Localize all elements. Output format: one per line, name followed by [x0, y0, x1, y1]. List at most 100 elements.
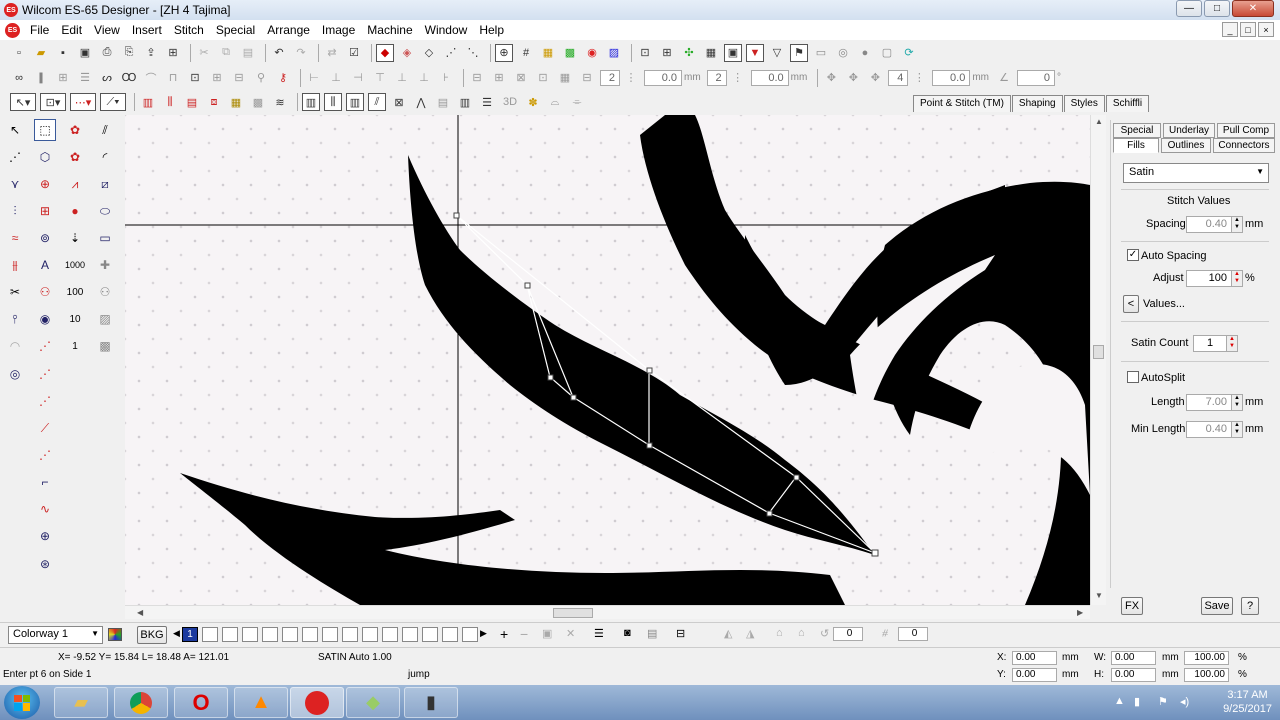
- tab-point-stitch[interactable]: Point & Stitch (TM): [913, 95, 1011, 112]
- size-v-icon[interactable]: ⊡: [534, 69, 552, 87]
- stemstitch-icon[interactable]: ⫽: [368, 93, 386, 111]
- tab-schiffli[interactable]: Schiffli: [1105, 95, 1150, 112]
- raised-satin-icon[interactable]: ▥: [456, 93, 474, 111]
- tab-fills[interactable]: Fills: [1113, 138, 1159, 153]
- rotate-angle-field[interactable]: 0: [833, 627, 863, 641]
- outline-dropdown-icon[interactable]: ⟋▾: [100, 93, 126, 111]
- trueview-icon[interactable]: ▩: [561, 44, 579, 62]
- y-field[interactable]: 0.00: [1012, 668, 1057, 682]
- show-stitches-icon[interactable]: ◆: [376, 43, 394, 62]
- loop-icon[interactable]: Ꝏ: [120, 69, 138, 87]
- show-outline-icon[interactable]: ◈: [398, 44, 416, 62]
- align-right-icon[interactable]: ⊣: [349, 69, 367, 87]
- lettering-icon[interactable]: A: [34, 254, 56, 276]
- tab-pull-comp[interactable]: Pull Comp: [1217, 123, 1275, 138]
- taskbar-recorder[interactable]: ▮: [404, 687, 458, 718]
- frame-icon[interactable]: ⊡: [186, 69, 204, 87]
- vertical-scrollbar[interactable]: ▲ ▼: [1090, 115, 1106, 605]
- mirror-h-icon[interactable]: ◭: [724, 627, 732, 640]
- arc-icon[interactable]: ⌒: [142, 69, 160, 87]
- design-canvas[interactable]: [125, 115, 1090, 605]
- values-button[interactable]: Values...: [1143, 298, 1185, 310]
- group-icon[interactable]: ∞: [10, 69, 28, 87]
- circle-reshape-icon[interactable]: ⬡: [34, 146, 56, 168]
- run-4-icon[interactable]: ⟋: [34, 417, 56, 439]
- tatami-icon[interactable]: ⫼: [161, 93, 179, 111]
- blanket-icon[interactable]: ⊠: [390, 93, 408, 111]
- array-icon[interactable]: ⊞: [208, 69, 226, 87]
- needle-icon[interactable]: ▼: [746, 43, 764, 62]
- rotate-icon[interactable]: ↺: [820, 627, 829, 640]
- bars-icon[interactable]: ☰: [76, 69, 94, 87]
- align-top-icon[interactable]: ⊤: [371, 69, 389, 87]
- design-icon[interactable]: ▢: [878, 44, 896, 62]
- color-grid-icon[interactable]: [108, 628, 122, 641]
- lock-icon[interactable]: ⚷: [274, 69, 292, 87]
- rotate-right-icon[interactable]: ⌂: [798, 627, 805, 639]
- rotate-left-icon[interactable]: ⌂: [776, 627, 783, 639]
- knife-icon[interactable]: ⋎: [4, 173, 26, 195]
- monogram-icon[interactable]: ⚇: [94, 281, 116, 303]
- cross-stitch-icon[interactable]: ▦: [227, 93, 245, 111]
- redo-icon[interactable]: ↷: [292, 44, 310, 62]
- color-swatch[interactable]: [462, 627, 478, 642]
- save-as-icon[interactable]: ▣: [76, 44, 94, 62]
- rectangle-icon[interactable]: ▭: [94, 227, 116, 249]
- menu-insert[interactable]: Insert: [127, 23, 169, 37]
- stitch-tool-icon[interactable]: ⫵: [4, 254, 26, 276]
- input-dropdown-icon[interactable]: ⋯▾: [70, 93, 96, 111]
- reshape-icon[interactable]: ⬚: [34, 119, 56, 141]
- pin-icon[interactable]: ⚲: [252, 69, 270, 87]
- distribute-icon[interactable]: ⊦: [437, 69, 455, 87]
- effects-icon[interactable]: ✽: [524, 93, 542, 111]
- taskbar-explorer[interactable]: ▰: [54, 687, 108, 718]
- radial-3-icon[interactable]: ✥: [866, 69, 884, 87]
- step-icon[interactable]: ⊟: [578, 69, 596, 87]
- offset-x-field[interactable]: 0.0: [644, 69, 682, 86]
- select-icon[interactable]: ↖: [4, 119, 26, 141]
- drop-icon[interactable]: ●: [64, 200, 86, 222]
- color-swatch[interactable]: [302, 627, 318, 642]
- doc-restore-button[interactable]: □: [1240, 22, 1256, 37]
- scroll-down-icon[interactable]: ▼: [1095, 591, 1103, 600]
- color-swatch[interactable]: [322, 627, 338, 642]
- color-wheel-icon[interactable]: ◙: [624, 627, 631, 639]
- 3d-icon[interactable]: 3D: [500, 93, 520, 111]
- adjust-stepper[interactable]: ▲ ▼: [1231, 270, 1243, 287]
- align-bottom-icon[interactable]: ⊥: [415, 69, 433, 87]
- export-icon[interactable]: ⇪: [142, 44, 160, 62]
- tab-underlay[interactable]: Underlay: [1163, 123, 1215, 138]
- color-swatch[interactable]: [262, 627, 278, 642]
- align-left-icon[interactable]: ⊢: [305, 69, 323, 87]
- angle-field[interactable]: 0: [1017, 69, 1056, 86]
- spacing-field[interactable]: 0.40: [1186, 216, 1232, 233]
- network-icon[interactable]: ▮: [1134, 695, 1140, 708]
- save-icon[interactable]: ▪: [54, 44, 72, 62]
- trim-icon[interactable]: ⊓: [164, 69, 182, 87]
- 1-icon[interactable]: 1: [64, 335, 86, 357]
- fan-icon[interactable]: ◠: [4, 335, 26, 357]
- menu-help[interactable]: Help: [474, 23, 511, 37]
- doc-minimize-button[interactable]: _: [1222, 22, 1238, 37]
- spacing-stepper[interactable]: ▲ ▼: [1231, 216, 1243, 233]
- zigzag-tool-icon[interactable]: ⩘: [64, 173, 86, 195]
- hoop-icon[interactable]: ▦: [539, 44, 557, 62]
- hoop-tool-icon[interactable]: ◎: [4, 363, 26, 385]
- run-outline-icon[interactable]: ▥: [302, 93, 320, 111]
- menu-edit[interactable]: Edit: [56, 23, 89, 37]
- people-icon[interactable]: ⚇: [34, 281, 56, 303]
- menu-image[interactable]: Image: [317, 23, 362, 37]
- swatch-next-icon[interactable]: ▶: [480, 628, 487, 639]
- close-button[interactable]: ✕: [1232, 0, 1274, 17]
- show-artwork-icon[interactable]: ◇: [420, 44, 438, 62]
- zigzag-icon[interactable]: ⋀: [412, 93, 430, 111]
- select-dropdown-icon[interactable]: ↖▾: [10, 93, 36, 111]
- color-film-icon[interactable]: ◉: [583, 44, 601, 62]
- menu-file[interactable]: File: [25, 23, 56, 37]
- tab-outlines[interactable]: Outlines: [1161, 138, 1211, 153]
- open-icon[interactable]: ▰: [32, 44, 50, 62]
- add-color-button[interactable]: +: [500, 626, 508, 642]
- align-center-icon[interactable]: ⊥: [327, 69, 345, 87]
- satin-icon[interactable]: ▥: [139, 93, 157, 111]
- satin-count-stepper[interactable]: ▲ ▼: [1226, 335, 1238, 352]
